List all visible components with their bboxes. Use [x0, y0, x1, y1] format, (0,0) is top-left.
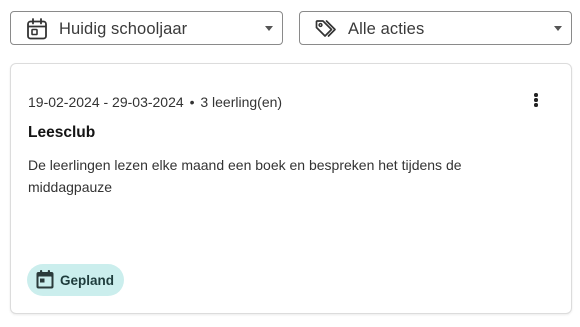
more-options-icon[interactable]: [529, 93, 543, 109]
status-badge: Gepland: [27, 264, 124, 296]
participant-count: 3 leerling(en): [200, 94, 283, 110]
period-select[interactable]: Huidig schooljaar: [10, 11, 283, 45]
calendar-icon: [27, 18, 47, 40]
card-description: De leerlingen lezen elke maand een boek …: [28, 157, 462, 195]
meta-separator: •: [189, 94, 195, 110]
date-range: 19-02-2024 - 29-03-2024: [28, 94, 184, 110]
filter-bar: Huidig schooljaar Alle acties: [10, 11, 572, 47]
card-title: Leesclub: [28, 124, 96, 141]
chevron-down-icon: [265, 26, 273, 31]
actions-select[interactable]: Alle acties: [299, 11, 572, 45]
calendar-event-icon: [36, 270, 54, 289]
period-select-value: Huidig schooljaar: [59, 20, 188, 38]
actions-select-value: Alle acties: [348, 20, 425, 38]
tags-icon: [315, 20, 336, 37]
chevron-down-icon: [554, 26, 562, 31]
action-card[interactable]: 19-02-2024 - 29-03-2024 • 3 leerling(en)…: [10, 63, 572, 314]
status-label: Gepland: [60, 273, 115, 288]
card-meta: 19-02-2024 - 29-03-2024 • 3 leerling(en): [28, 94, 282, 110]
